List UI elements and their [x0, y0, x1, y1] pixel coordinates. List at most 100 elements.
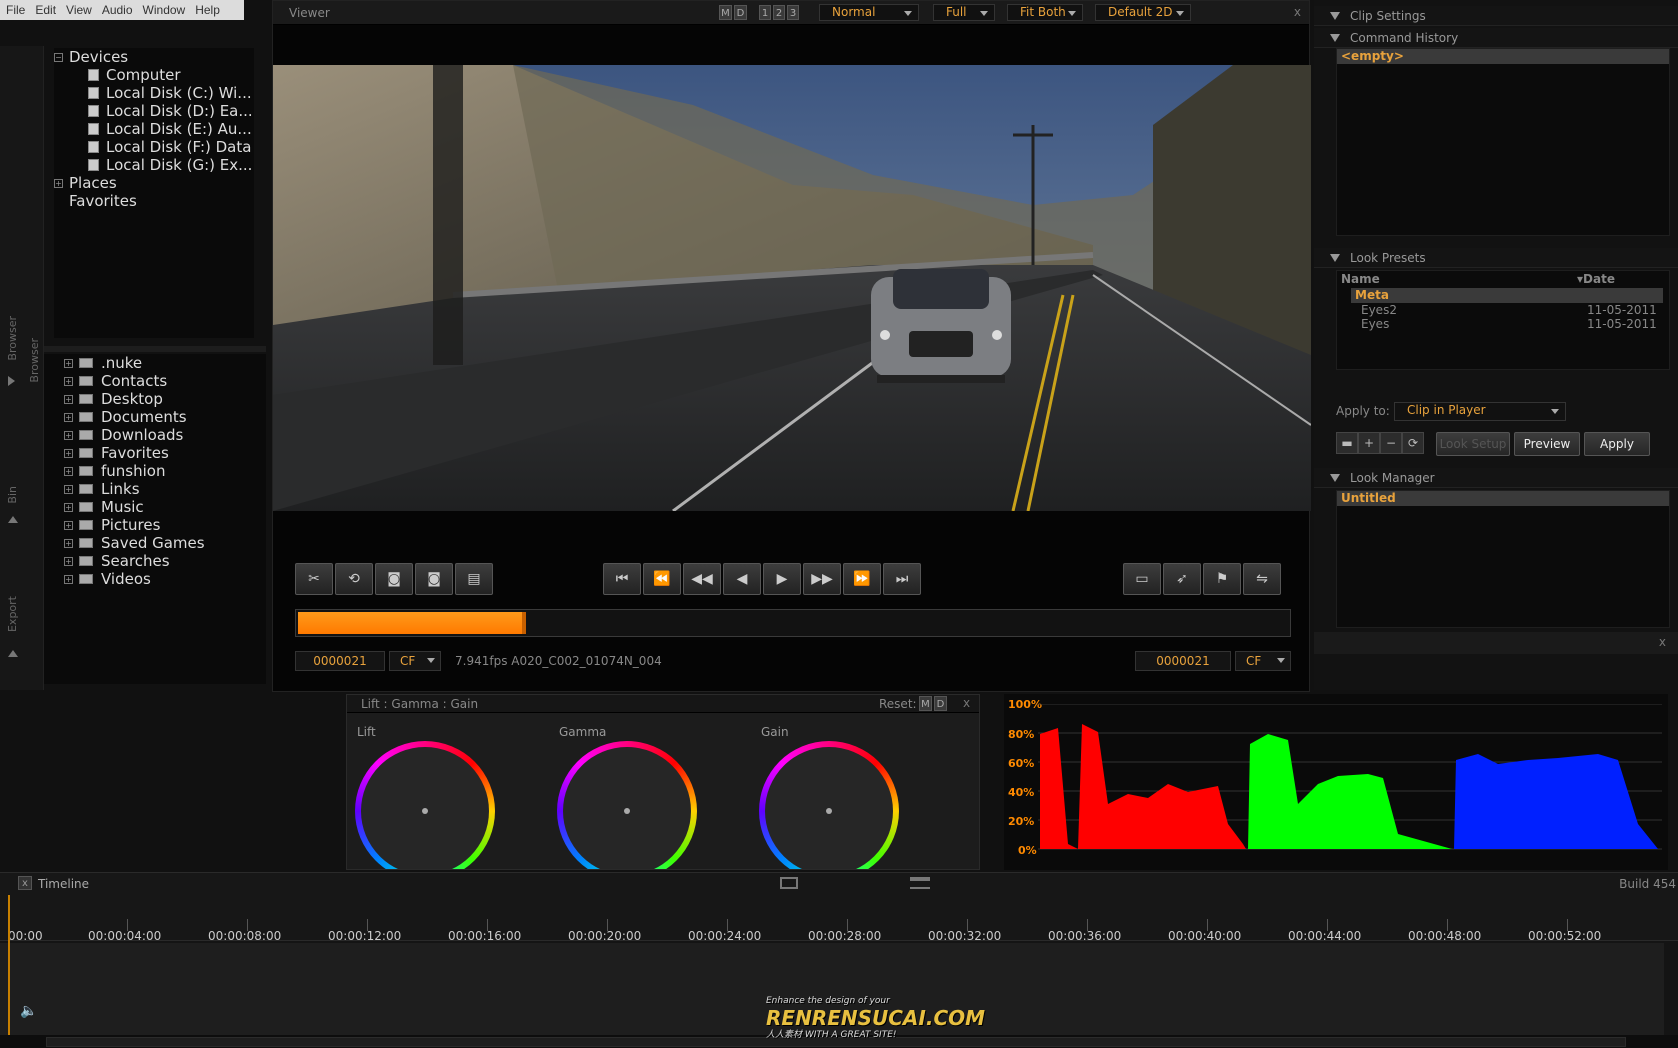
look-manager-header[interactable]: Look Manager — [1314, 468, 1678, 488]
in-timecode-field[interactable]: 0000021 — [295, 651, 385, 671]
lut-dropdown[interactable]: Default 2D — [1095, 4, 1191, 21]
folder-item[interactable]: + Favorites — [64, 444, 266, 462]
tree-item-drive-g[interactable]: Local Disk (G:) Ex... — [54, 156, 254, 174]
next-mark-button[interactable]: ⏩ — [843, 563, 881, 595]
scrub-bar[interactable] — [295, 609, 1291, 637]
expand-icon[interactable]: + — [64, 538, 73, 548]
tree-node-favorites[interactable]: Favorites — [54, 192, 254, 210]
clip-settings-header[interactable]: Clip Settings — [1314, 6, 1678, 26]
lift-wheel[interactable] — [355, 741, 495, 869]
scrub-progress[interactable] — [298, 612, 526, 634]
tree-node-devices[interactable]: − Devices — [54, 48, 254, 66]
menu-file[interactable]: File — [6, 3, 25, 17]
timeline-ruler[interactable]: 00:00 00:00:04:00 00:00:08:00 00:00:12:0… — [0, 895, 1678, 943]
tree-item-computer[interactable]: Computer — [54, 66, 254, 84]
monitor-button[interactable]: ▭ — [1123, 563, 1161, 595]
menu-window[interactable]: Window — [143, 3, 186, 17]
folder-button[interactable]: ▬ — [1336, 432, 1358, 454]
folder-item[interactable]: + Saved Games — [64, 534, 266, 552]
rewind-button[interactable]: ◀◀ — [683, 563, 721, 595]
folder-item[interactable]: + Downloads — [64, 426, 266, 444]
expand-icon[interactable]: + — [64, 466, 73, 476]
lift-handle[interactable] — [422, 808, 428, 814]
tree-item-drive-f[interactable]: Local Disk (F:) Data — [54, 138, 254, 156]
history-item[interactable]: <empty> — [1337, 49, 1669, 64]
layout-3-button[interactable]: 3 — [787, 5, 799, 20]
close-icon[interactable]: x — [18, 876, 32, 890]
expand-icon[interactable]: + — [64, 574, 73, 584]
blend-mode-dropdown[interactable]: Normal — [819, 4, 919, 21]
menu-view[interactable]: View — [66, 3, 92, 17]
apply-button[interactable]: Apply — [1584, 432, 1650, 456]
fast-forward-button[interactable]: ▶▶ — [803, 563, 841, 595]
collapse-arrow-icon[interactable] — [8, 516, 18, 523]
layout-1-button[interactable]: 1 — [759, 5, 771, 20]
out-cf-dropdown[interactable]: CF — [1235, 651, 1291, 671]
col-name-header[interactable]: Name — [1341, 272, 1380, 286]
tree-item-drive-c[interactable]: Local Disk (C:) Wi... — [54, 84, 254, 102]
folder-item[interactable]: + Pictures — [64, 516, 266, 534]
video-frame[interactable] — [273, 65, 1311, 511]
tree-item-drive-e[interactable]: Local Disk (E:) Au... — [54, 120, 254, 138]
mode-m-button[interactable]: M — [719, 5, 732, 20]
tab-browser[interactable]: Browser — [6, 316, 19, 361]
gain-handle[interactable] — [826, 808, 832, 814]
mode-d-button[interactable]: D — [734, 5, 747, 20]
film-view-icon[interactable] — [780, 877, 798, 889]
folder-item[interactable]: + Documents — [64, 408, 266, 426]
command-history-header[interactable]: Command History — [1314, 28, 1678, 48]
clapper-button[interactable]: ▤ — [455, 563, 493, 595]
collapse-icon[interactable]: − — [54, 52, 63, 62]
resolution-dropdown[interactable]: Full — [933, 4, 995, 21]
folder-item[interactable]: + Music — [64, 498, 266, 516]
flag-button[interactable]: ⚑ — [1203, 563, 1241, 595]
close-icon[interactable]: x — [1294, 5, 1301, 19]
tab-browser-label[interactable]: Browser — [28, 338, 41, 383]
expand-icon[interactable]: + — [64, 448, 73, 458]
collapse-arrow-icon[interactable] — [8, 650, 18, 657]
preset-row-name[interactable]: Eyes — [1361, 317, 1389, 331]
prev-mark-button[interactable]: ⏪ — [643, 563, 681, 595]
pick-button[interactable]: ➶ — [1163, 563, 1201, 595]
tab-bin[interactable]: Bin — [6, 486, 19, 504]
tree-node-places[interactable]: + Places — [54, 174, 254, 192]
remove-button[interactable]: − — [1380, 432, 1402, 454]
tab-export[interactable]: Export — [6, 596, 19, 632]
folder-item[interactable]: + Searches — [64, 552, 266, 570]
expand-icon[interactable]: + — [64, 520, 73, 530]
expand-arrow-icon[interactable] — [8, 376, 15, 386]
look-item[interactable]: Untitled — [1337, 491, 1669, 506]
speaker-icon[interactable]: 🔈 — [20, 1003, 37, 1019]
folder-item[interactable]: + Desktop — [64, 390, 266, 408]
gamma-wheel[interactable] — [557, 741, 697, 869]
expand-icon[interactable]: + — [64, 484, 73, 494]
expand-icon[interactable]: + — [64, 430, 73, 440]
expand-icon[interactable]: + — [64, 556, 73, 566]
folder-item[interactable]: + Videos — [64, 570, 266, 588]
preset-row-name[interactable]: Eyes2 — [1361, 303, 1397, 317]
folder-item[interactable]: + .nuke — [64, 354, 266, 372]
track-view-icon[interactable] — [910, 877, 930, 889]
menu-edit[interactable]: Edit — [35, 3, 56, 17]
col-date-header[interactable]: ▾Date — [1577, 272, 1615, 286]
menu-help[interactable]: Help — [195, 3, 220, 17]
look-presets-header[interactable]: Look Presets — [1314, 248, 1678, 268]
folder-item[interactable]: + Links — [64, 480, 266, 498]
gain-wheel[interactable] — [759, 741, 899, 869]
expand-icon[interactable]: + — [64, 502, 73, 512]
loop-button[interactable]: ⟲ — [335, 563, 373, 595]
expand-icon[interactable]: + — [64, 412, 73, 422]
playhead[interactable] — [8, 895, 10, 1035]
apply-to-dropdown[interactable]: Clip in Player — [1394, 402, 1566, 421]
tree-item-drive-d[interactable]: Local Disk (D:) Ea... — [54, 102, 254, 120]
play-button[interactable]: ▶ — [763, 563, 801, 595]
trim-button[interactable]: ✂ — [295, 563, 333, 595]
gamma-handle[interactable] — [624, 808, 630, 814]
in-cf-dropdown[interactable]: CF — [389, 651, 441, 671]
step-back-button[interactable]: ◀ — [723, 563, 761, 595]
preset-row[interactable]: Meta — [1351, 288, 1663, 303]
out-timecode-field[interactable]: 0000021 — [1135, 651, 1231, 671]
folder-item[interactable]: + Contacts — [64, 372, 266, 390]
go-to-end-button[interactable]: ⏭ — [883, 563, 921, 595]
go-to-start-button[interactable]: ⏮ — [603, 563, 641, 595]
